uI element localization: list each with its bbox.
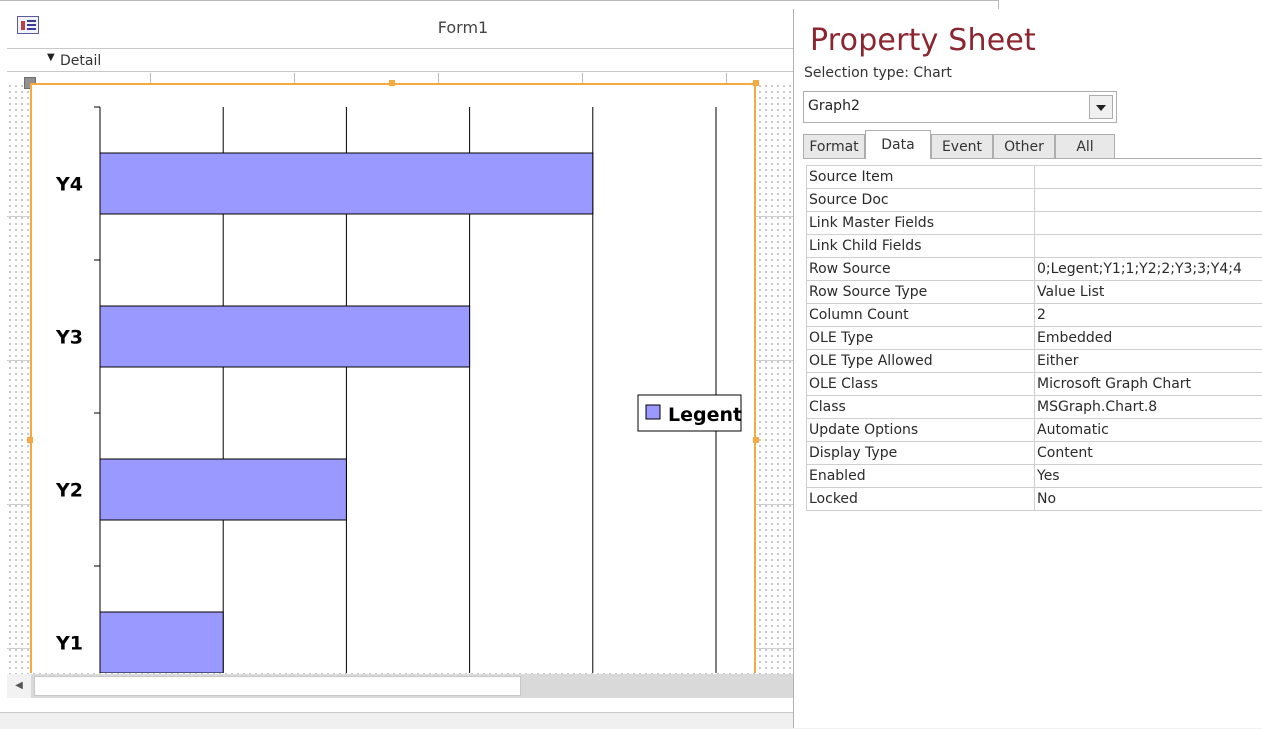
legend-label: Legent — [668, 404, 742, 426]
property-row[interactable]: Source Item — [807, 166, 1262, 189]
property-name: OLE Type — [807, 327, 1035, 350]
property-name: Class — [807, 396, 1035, 419]
property-row[interactable]: Link Child Fields — [807, 235, 1262, 258]
property-value[interactable]: Value List — [1035, 281, 1262, 304]
scrollbar-thumb[interactable] — [34, 676, 521, 696]
bar-y1 — [100, 612, 223, 673]
category-label: Y4 — [55, 174, 83, 196]
resize-handle-right[interactable] — [753, 437, 759, 443]
chart-control[interactable]: Y1 Y2 Y3 Y4 Legent — [30, 83, 756, 673]
property-name: Link Child Fields — [807, 235, 1035, 258]
object-selector-value: Graph2 — [808, 98, 860, 114]
tab-event[interactable]: Event — [931, 134, 993, 158]
property-row[interactable]: OLE TypeEmbedded — [807, 327, 1262, 350]
property-value[interactable]: Automatic — [1035, 419, 1262, 442]
property-row[interactable]: OLE Type AllowedEither — [807, 350, 1262, 373]
property-name: Source Item — [807, 166, 1035, 189]
property-row[interactable]: Display TypeContent — [807, 442, 1262, 465]
property-name: OLE Class — [807, 373, 1035, 396]
resize-handle-left[interactable] — [27, 437, 33, 443]
property-sheet-pane: Property Sheet Selection type: Chart Gra… — [793, 9, 1262, 728]
property-row[interactable]: Column Count2 — [807, 304, 1262, 327]
property-value[interactable] — [1035, 166, 1262, 189]
form-title: Form1 — [0, 18, 926, 37]
property-name: Column Count — [807, 304, 1035, 327]
category-label: Y3 — [55, 327, 83, 349]
property-name: OLE Type Allowed — [807, 350, 1035, 373]
selection-type-label: Selection type: — [804, 65, 909, 81]
tab-format[interactable]: Format — [803, 134, 865, 158]
selection-type-value: Chart — [913, 65, 951, 81]
property-name: Display Type — [807, 442, 1035, 465]
property-name: Update Options — [807, 419, 1035, 442]
property-value[interactable] — [1035, 212, 1262, 235]
property-row[interactable]: Row Source TypeValue List — [807, 281, 1262, 304]
property-row[interactable]: OLE ClassMicrosoft Graph Chart — [807, 373, 1262, 396]
legend-swatch — [646, 405, 660, 419]
tab-data[interactable]: Data — [865, 130, 931, 159]
bar-chart: Y1 Y2 Y3 Y4 Legent — [32, 85, 756, 673]
property-value[interactable]: Either — [1035, 350, 1262, 373]
chevron-down-icon[interactable] — [1089, 95, 1113, 119]
property-value[interactable]: Embedded — [1035, 327, 1262, 350]
bar-y4 — [100, 153, 593, 214]
resize-handle-top-right[interactable] — [753, 80, 759, 86]
property-value[interactable]: 2 — [1035, 304, 1262, 327]
property-value[interactable] — [1035, 235, 1262, 258]
section-arrow-icon: ▼ — [47, 52, 55, 63]
tab-other[interactable]: Other — [993, 134, 1055, 158]
property-tabs: Format Data Event Other All — [803, 130, 1262, 158]
property-row[interactable]: Row Source0;Legent;Y1;1;Y2;2;Y3;3;Y4;4 — [807, 258, 1262, 281]
property-grid: Source ItemSource DocLink Master FieldsL… — [806, 165, 1262, 511]
object-selector-dropdown[interactable]: Graph2 — [803, 91, 1117, 123]
property-name: Enabled — [807, 465, 1035, 488]
property-row[interactable]: Source Doc — [807, 189, 1262, 212]
property-name: Row Source Type — [807, 281, 1035, 304]
property-value[interactable]: 0;Legent;Y1;1;Y2;2;Y3;3;Y4;4 — [1035, 258, 1262, 281]
category-label: Y2 — [55, 480, 83, 502]
property-name: Row Source — [807, 258, 1035, 281]
bar-y3 — [100, 306, 470, 367]
property-value[interactable]: Microsoft Graph Chart — [1035, 373, 1262, 396]
property-name: Source Doc — [807, 189, 1035, 212]
property-row[interactable]: Update OptionsAutomatic — [807, 419, 1262, 442]
selection-type: Selection type: Chart — [804, 65, 952, 81]
scroll-left-icon[interactable]: ◀ — [7, 674, 31, 698]
property-row[interactable]: ClassMSGraph.Chart.8 — [807, 396, 1262, 419]
property-sheet-title: Property Sheet — [810, 23, 1036, 58]
property-name: Locked — [807, 488, 1035, 511]
property-row[interactable]: EnabledYes — [807, 465, 1262, 488]
detail-section-label: Detail — [60, 53, 101, 69]
property-value[interactable] — [1035, 189, 1262, 212]
property-value[interactable]: No — [1035, 488, 1262, 511]
resize-handle-top[interactable] — [389, 80, 395, 86]
property-name: Link Master Fields — [807, 212, 1035, 235]
property-value[interactable]: Yes — [1035, 465, 1262, 488]
property-value[interactable]: MSGraph.Chart.8 — [1035, 396, 1262, 419]
bar-y2 — [100, 459, 346, 520]
category-label: Y1 — [55, 633, 83, 655]
property-row[interactable]: LockedNo — [807, 488, 1262, 511]
tab-all[interactable]: All — [1055, 134, 1115, 158]
property-value[interactable]: Content — [1035, 442, 1262, 465]
property-row[interactable]: Link Master Fields — [807, 212, 1262, 235]
